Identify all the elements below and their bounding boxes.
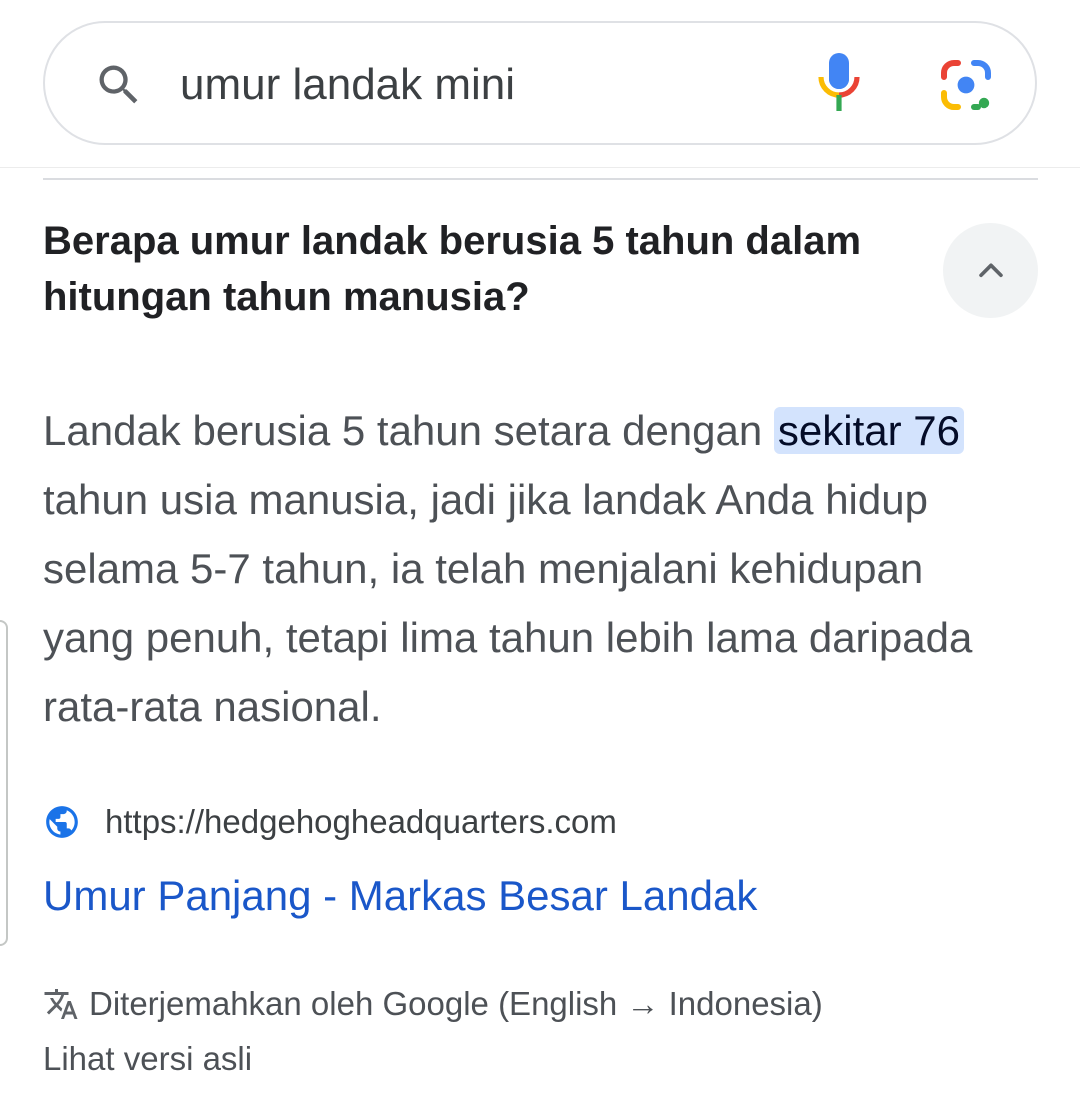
- chevron-up-icon: [978, 262, 1003, 277]
- answer-text-start: Landak berusia 5 tahun setara dengan: [43, 407, 774, 454]
- faq-answer: Landak berusia 5 tahun setara dengan sek…: [43, 396, 1003, 741]
- search-header: umur landak mini: [0, 0, 1080, 168]
- translate-icon: [44, 989, 78, 1019]
- translation-text: Diterjemahkan oleh Google (English → Ind…: [89, 985, 823, 1022]
- globe-icon: [46, 806, 78, 838]
- google-lens-icon[interactable]: [938, 57, 994, 113]
- search-input[interactable]: umur landak mini: [180, 57, 515, 113]
- search-icon[interactable]: [93, 59, 145, 111]
- answer-text-end: tahun usia manusia, jadi jika landak And…: [43, 476, 973, 730]
- left-edge-panel: [0, 620, 8, 946]
- answer-highlight: sekitar 76: [773, 407, 964, 454]
- view-original-link[interactable]: Lihat versi asli: [43, 1040, 252, 1078]
- mic-icon[interactable]: [815, 51, 863, 115]
- section-divider: [43, 178, 1038, 180]
- faq-question[interactable]: Berapa umur landak berusia 5 tahun dalam…: [43, 213, 883, 325]
- result-title-link[interactable]: Umur Panjang - Markas Besar Landak: [43, 868, 757, 924]
- source-url[interactable]: https://hedgehogheadquarters.com: [105, 803, 617, 841]
- collapse-button[interactable]: [943, 223, 1038, 318]
- translation-notice: Diterjemahkan oleh Google (English → Ind…: [43, 982, 823, 1026]
- source-link[interactable]: https://hedgehogheadquarters.com: [43, 800, 617, 844]
- search-bar[interactable]: umur landak mini: [43, 21, 1037, 145]
